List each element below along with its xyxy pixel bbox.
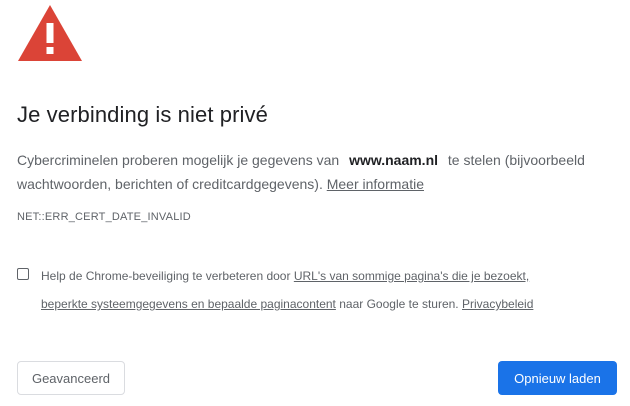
- advanced-button[interactable]: Geavanceerd: [17, 361, 125, 395]
- optin-text: Help de Chrome-beveiliging te verbeteren…: [41, 262, 601, 318]
- reload-button[interactable]: Opnieuw laden: [498, 361, 617, 395]
- system-info-link[interactable]: beperkte systeemgegevens en bepaalde pag…: [41, 297, 336, 311]
- host-name: www.naam.nl: [349, 152, 439, 168]
- urls-link[interactable]: URL's van sommige pagina's die je bezoek…: [294, 269, 529, 283]
- optin-checkbox[interactable]: [17, 268, 29, 280]
- optin-text-start: Help de Chrome-beveiliging te verbeteren…: [41, 269, 291, 283]
- intro-text: Cybercriminelen proberen mogelijk je geg…: [17, 148, 617, 196]
- intro-before-host: Cybercriminelen proberen mogelijk je geg…: [17, 152, 340, 168]
- learn-more-link[interactable]: Meer informatie: [327, 176, 424, 192]
- page-title: Je verbinding is niet privé: [17, 102, 268, 127]
- warning-triangle-icon: [17, 4, 83, 62]
- error-code: NET::ERR_CERT_DATE_INVALID: [17, 211, 191, 223]
- privacy-policy-link[interactable]: Privacybeleid: [462, 297, 533, 311]
- optin-text-middle: naar Google te sturen.: [339, 297, 459, 311]
